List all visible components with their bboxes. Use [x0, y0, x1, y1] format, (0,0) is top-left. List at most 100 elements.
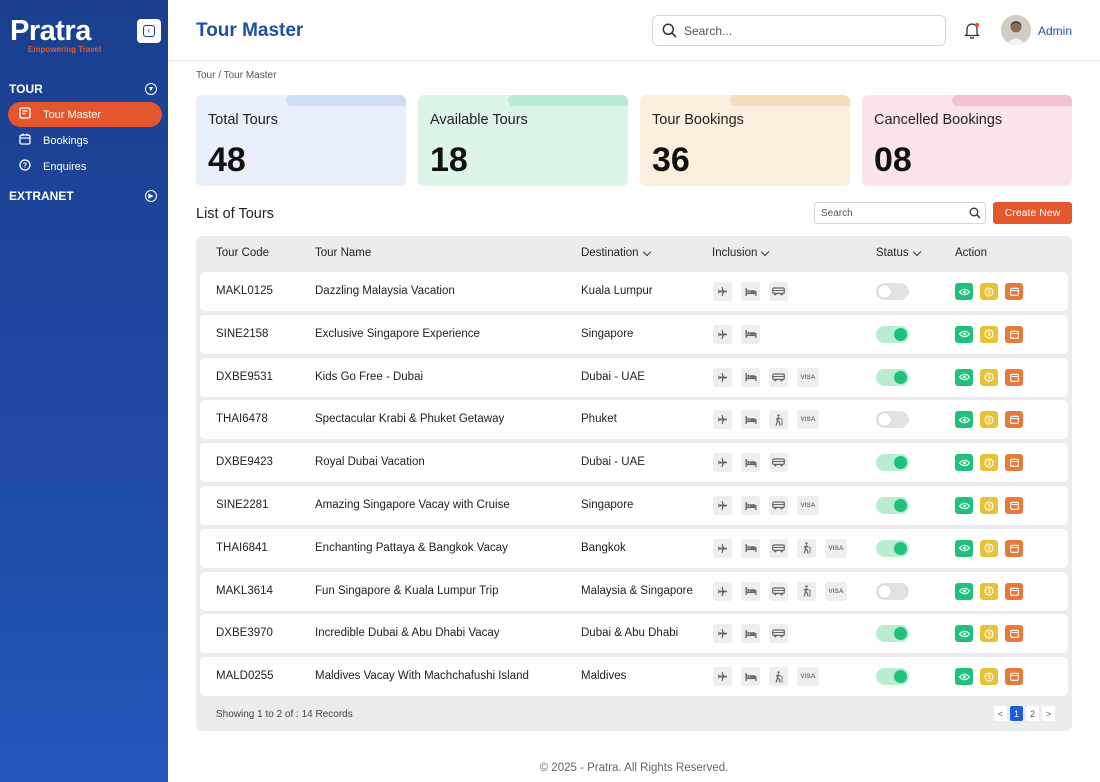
- tour-code-cell: THAI6841: [216, 541, 268, 554]
- table-row[interactable]: DXBE9423 Royal Dubai Vacation Dubai - UAE $: [200, 443, 1068, 483]
- status-toggle[interactable]: [876, 325, 909, 343]
- status-toggle[interactable]: [876, 454, 909, 472]
- table-row[interactable]: SINE2281 Amazing Singapore Vacay with Cru…: [200, 486, 1068, 525]
- destination-cell: Kuala Lumpur: [581, 285, 653, 297]
- inclusion-cell: VISA: [713, 367, 819, 387]
- stat-value: 08: [874, 141, 912, 179]
- list-title: List of Tours: [196, 206, 274, 222]
- tour-name-cell: Enchanting Pattaya & Bangkok Vacay: [315, 541, 508, 554]
- pagination-page[interactable]: 2: [1026, 706, 1039, 721]
- column-header-tour-name: Tour Name: [315, 247, 371, 259]
- bus-icon: [769, 453, 788, 473]
- view-button[interactable]: [955, 625, 973, 643]
- schedule-button[interactable]: [1005, 497, 1023, 514]
- pricing-button[interactable]: $: [980, 668, 998, 686]
- sidebar-section-extranet[interactable]: EXTRANET ▶: [9, 189, 157, 203]
- pricing-button[interactable]: $: [980, 411, 998, 429]
- action-cell: $: [955, 625, 1023, 643]
- status-toggle[interactable]: [876, 582, 909, 600]
- column-header-status[interactable]: Status: [876, 247, 921, 259]
- card-tab-decoration: [952, 95, 1072, 106]
- tour-code-cell: MAKL3614: [216, 584, 273, 597]
- notification-bell-icon[interactable]: [963, 21, 981, 39]
- pagination-prev[interactable]: <: [994, 706, 1007, 721]
- global-search[interactable]: [652, 15, 946, 46]
- status-toggle[interactable]: [876, 497, 909, 514]
- view-button[interactable]: [955, 411, 973, 429]
- pricing-button[interactable]: $: [980, 497, 998, 514]
- schedule-button[interactable]: [1005, 368, 1023, 386]
- tour-name-cell: Amazing Singapore Vacay with Cruise: [315, 499, 510, 511]
- table-row[interactable]: MALD0255 Maldives Vacay With Machchafushi…: [200, 657, 1068, 697]
- tour-name-cell: Dazzling Malaysia Vacation: [315, 285, 455, 297]
- sidebar-item-tour-master[interactable]: Tour Master: [8, 102, 162, 127]
- destination-cell: Phuket: [581, 413, 617, 426]
- table-row[interactable]: MAKL0125 Dazzling Malaysia Vacation Kuala …: [200, 272, 1068, 311]
- schedule-button[interactable]: [1005, 539, 1023, 557]
- schedule-button[interactable]: [1005, 625, 1023, 643]
- chevron-right-circle-icon: ▶: [145, 190, 157, 202]
- column-header-inclusion[interactable]: Inclusion: [712, 247, 770, 259]
- calendar-icon: [1009, 672, 1019, 682]
- pricing-button[interactable]: $: [980, 325, 998, 343]
- tour-code-cell: SINE2158: [216, 327, 269, 340]
- table-row[interactable]: DXBE3970 Incredible Dubai & Abu Dhabi Vac…: [200, 614, 1068, 654]
- status-toggle[interactable]: [876, 368, 909, 386]
- status-toggle[interactable]: [876, 283, 909, 300]
- pricing-button[interactable]: $: [980, 625, 998, 643]
- status-toggle[interactable]: [876, 411, 909, 429]
- pricing-button[interactable]: $: [980, 368, 998, 386]
- view-button[interactable]: [955, 582, 973, 600]
- search-input[interactable]: [684, 23, 924, 38]
- bus-icon: [769, 624, 788, 644]
- pagination-page[interactable]: 1: [1010, 706, 1023, 721]
- user-name[interactable]: Admin: [1038, 24, 1072, 38]
- pricing-button[interactable]: $: [980, 582, 998, 600]
- sidebar-collapse-button[interactable]: ‹: [137, 19, 161, 43]
- status-toggle[interactable]: [876, 539, 909, 557]
- table-search[interactable]: [814, 202, 986, 224]
- schedule-button[interactable]: [1005, 283, 1023, 300]
- tour-name-cell: Maldives Vacay With Machchafushi Island: [315, 670, 529, 683]
- schedule-button[interactable]: [1005, 668, 1023, 686]
- schedule-button[interactable]: [1005, 582, 1023, 600]
- schedule-button[interactable]: [1005, 325, 1023, 343]
- view-button[interactable]: [955, 454, 973, 472]
- view-button[interactable]: [955, 668, 973, 686]
- avatar[interactable]: [1001, 15, 1031, 45]
- table-search-input[interactable]: [821, 207, 961, 219]
- sidebar-item-bookings[interactable]: Bookings: [8, 128, 162, 153]
- pricing-button[interactable]: $: [980, 539, 998, 557]
- toggle-knob: [894, 499, 907, 512]
- view-button[interactable]: [955, 497, 973, 514]
- sidebar-section-tour[interactable]: TOUR ▼: [9, 82, 157, 96]
- toggle-knob: [878, 285, 891, 298]
- status-toggle[interactable]: [876, 668, 909, 686]
- view-button[interactable]: [955, 325, 973, 343]
- column-header-label: Tour Name: [315, 247, 372, 259]
- bus-icon: [769, 538, 788, 558]
- table-row[interactable]: THAI6841 Enchanting Pattaya & Bangkok Vac…: [200, 528, 1068, 568]
- coin-icon: $: [984, 372, 994, 382]
- pagination-next[interactable]: >: [1042, 706, 1055, 721]
- sidebar-item-enquires[interactable]: ? Enquires: [8, 154, 162, 179]
- table-row[interactable]: DXBE9531 Kids Go Free - Dubai Dubai - UAE V…: [200, 357, 1068, 397]
- view-button[interactable]: [955, 283, 973, 300]
- column-header-destination[interactable]: Destination: [581, 247, 651, 259]
- table-row[interactable]: THAI6478 Spectacular Krabi & Phuket Getaw…: [200, 400, 1068, 440]
- destination-cell: Dubai - UAE: [581, 456, 645, 469]
- create-new-button[interactable]: Create New: [993, 202, 1072, 224]
- inclusion-cell: VISA: [713, 538, 847, 558]
- view-button[interactable]: [955, 539, 973, 557]
- pricing-button[interactable]: $: [980, 454, 998, 472]
- table-row[interactable]: MAKL3614 Fun Singapore & Kuala Lumpur Tri…: [200, 571, 1068, 611]
- pricing-button[interactable]: $: [980, 283, 998, 300]
- logo[interactable]: Pratra Empowering Travel: [10, 16, 101, 54]
- toggle-knob: [878, 584, 891, 598]
- table-row[interactable]: SINE2158 Exclusive Singapore Experience Si…: [200, 314, 1068, 354]
- schedule-button[interactable]: [1005, 454, 1023, 472]
- status-toggle[interactable]: [876, 625, 909, 643]
- view-button[interactable]: [955, 368, 973, 386]
- schedule-button[interactable]: [1005, 411, 1023, 429]
- destination-cell: Singapore: [581, 499, 634, 511]
